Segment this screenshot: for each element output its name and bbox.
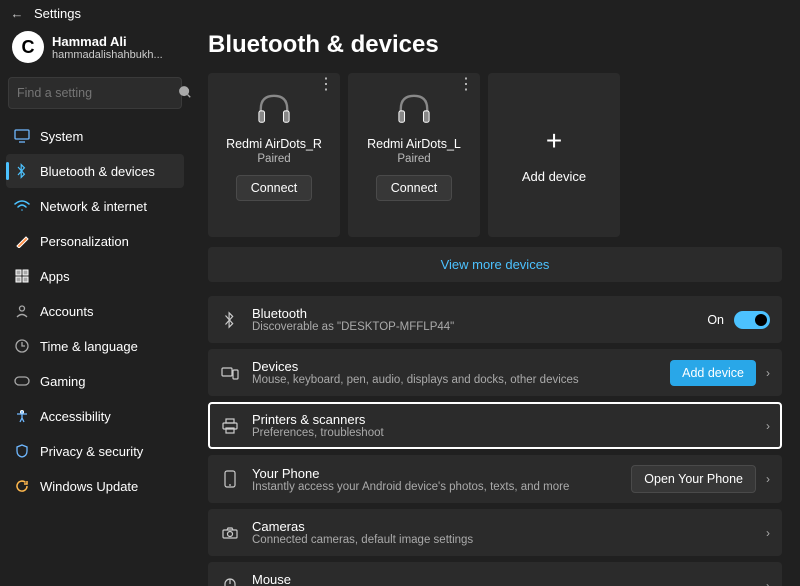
nav-item-update[interactable]: Windows Update [6, 469, 184, 503]
nav-list: System Bluetooth & devices Network & inter… [6, 119, 184, 503]
nav-item-time[interactable]: Time & language [6, 329, 184, 363]
bluetooth-row[interactable]: Bluetooth Discoverable as "DESKTOP-MFFLP… [208, 296, 782, 343]
headphones-icon [395, 91, 433, 127]
wifi-icon [14, 198, 30, 214]
row-title: Mouse [252, 572, 754, 586]
nav-item-system[interactable]: System [6, 119, 184, 153]
accounts-icon [14, 303, 30, 319]
device-tiles: ⋮ Redmi AirDots_R Paired Connect ⋮ Redmi AirD… [208, 73, 782, 237]
device-name: Redmi AirDots_R [226, 137, 322, 151]
nav-item-personalization[interactable]: Personalization [6, 224, 184, 258]
phone-icon [220, 470, 240, 488]
chevron-right-icon: › [766, 526, 770, 540]
bluetooth-icon [220, 311, 240, 329]
page-title: Bluetooth & devices [208, 31, 782, 59]
add-device-button[interactable]: Add device [670, 360, 756, 386]
nav-item-wifi[interactable]: Network & internet [6, 189, 184, 223]
back-button[interactable]: ← [10, 6, 24, 21]
nav-label: Bluetooth & devices [40, 164, 155, 179]
nav-label: Gaming [40, 374, 86, 389]
nav-label: Accessibility [40, 409, 111, 424]
row-printer[interactable]: Printers & scannersPreferences, troubles… [208, 402, 782, 449]
row-title: Your Phone [252, 466, 619, 481]
open-your-phone-button[interactable]: Open Your Phone [631, 465, 756, 493]
view-more-devices[interactable]: View more devices [208, 247, 782, 282]
main-content: Bluetooth & devices ⋮ Redmi AirDots_R Pair… [190, 27, 800, 586]
headphones-icon [255, 91, 293, 127]
chevron-right-icon: › [766, 419, 770, 433]
nav-label: Personalization [40, 234, 129, 249]
nav-item-accounts[interactable]: Accounts [6, 294, 184, 328]
user-block[interactable]: C Hammad Ali hammadalishahbukh... [6, 27, 184, 73]
add-device-tile[interactable]: + Add device [488, 73, 620, 237]
printer-icon [220, 418, 240, 434]
row-title: Printers & scanners [252, 412, 754, 427]
device-status: Paired [257, 153, 290, 165]
personalization-icon [14, 233, 30, 249]
chevron-right-icon: › [766, 472, 770, 486]
row-sub: Connected cameras, default image setting… [252, 534, 754, 546]
nav-label: Network & internet [40, 199, 147, 214]
avatar: C [12, 31, 44, 63]
time-icon [14, 338, 30, 354]
system-icon [14, 128, 30, 144]
device-status: Paired [397, 153, 430, 165]
privacy-icon [14, 443, 30, 459]
row-sub: Mouse, keyboard, pen, audio, displays an… [252, 374, 658, 386]
connect-button[interactable]: Connect [236, 175, 313, 201]
nav-item-bluetooth[interactable]: Bluetooth & devices [6, 154, 184, 188]
nav-label: Time & language [40, 339, 138, 354]
sidebar: C Hammad Ali hammadalishahbukh... System… [0, 27, 190, 586]
plus-icon: + [546, 127, 562, 155]
bluetooth-toggle[interactable] [734, 311, 770, 329]
bluetooth-state: On [707, 313, 724, 327]
row-title: Devices [252, 359, 658, 374]
camera-icon [220, 527, 240, 539]
nav-label: Windows Update [40, 479, 138, 494]
nav-label: Privacy & security [40, 444, 143, 459]
chevron-right-icon: › [766, 579, 770, 586]
user-name: Hammad Ali [52, 34, 163, 49]
apps-icon [14, 268, 30, 284]
chevron-right-icon: › [766, 366, 770, 380]
nav-item-apps[interactable]: Apps [6, 259, 184, 293]
row-devices[interactable]: DevicesMouse, keyboard, pen, audio, disp… [208, 349, 782, 396]
accessibility-icon [14, 408, 30, 424]
row-sub: Preferences, troubleshoot [252, 427, 754, 439]
connect-button[interactable]: Connect [376, 175, 453, 201]
nav-label: Apps [40, 269, 70, 284]
devices-icon [220, 366, 240, 380]
row-sub: Instantly access your Android device's p… [252, 481, 619, 493]
nav-label: System [40, 129, 83, 144]
gaming-icon [14, 373, 30, 389]
more-icon[interactable]: ⋮ [318, 77, 334, 93]
window-title: Settings [34, 6, 81, 21]
row-title: Cameras [252, 519, 754, 534]
device-tile[interactable]: ⋮ Redmi AirDots_L Paired Connect [348, 73, 480, 237]
device-tile[interactable]: ⋮ Redmi AirDots_R Paired Connect [208, 73, 340, 237]
device-name: Redmi AirDots_L [367, 137, 461, 151]
search-box[interactable] [8, 77, 182, 109]
row-mouse[interactable]: MouseButtons, mouse pointer speed, scrol… [208, 562, 782, 586]
update-icon [14, 478, 30, 494]
mouse-icon [220, 578, 240, 586]
bluetooth-title: Bluetooth [252, 306, 695, 321]
row-camera[interactable]: CamerasConnected cameras, default image … [208, 509, 782, 556]
search-input[interactable] [17, 86, 178, 100]
bluetooth-icon [14, 163, 30, 179]
bluetooth-sub: Discoverable as "DESKTOP-MFFLP44" [252, 321, 695, 333]
nav-item-privacy[interactable]: Privacy & security [6, 434, 184, 468]
add-device-label: Add device [522, 169, 586, 184]
row-phone[interactable]: Your PhoneInstantly access your Android … [208, 455, 782, 503]
user-email: hammadalishahbukh... [52, 49, 163, 61]
nav-label: Accounts [40, 304, 93, 319]
nav-item-gaming[interactable]: Gaming [6, 364, 184, 398]
more-icon[interactable]: ⋮ [458, 77, 474, 93]
nav-item-accessibility[interactable]: Accessibility [6, 399, 184, 433]
